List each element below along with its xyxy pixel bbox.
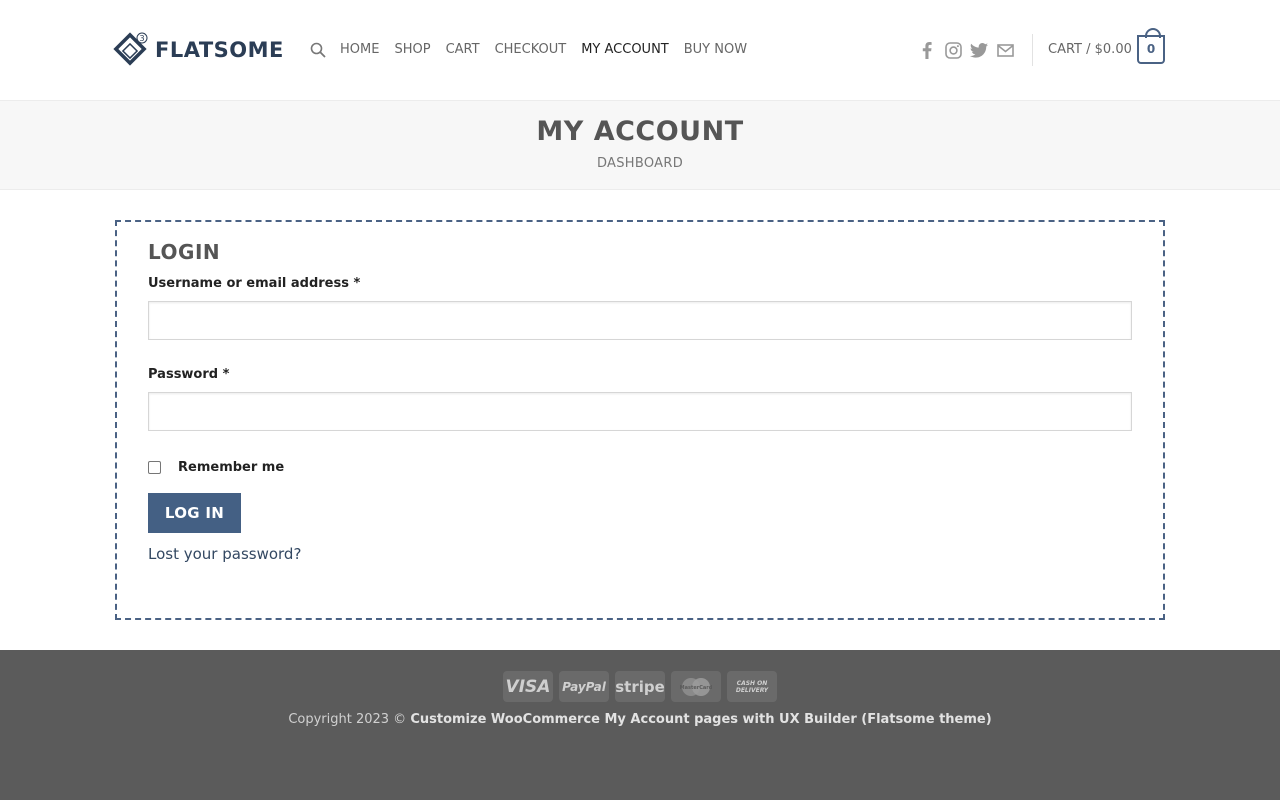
search-icon[interactable] [310,42,326,58]
login-heading: LOGIN [148,240,221,264]
username-label: Username or email address * [148,276,360,291]
facebook-icon[interactable] [918,41,936,59]
password-input[interactable] [148,392,1132,431]
nav-item-checkout[interactable]: CHECKOUT [495,40,567,60]
required-mark: * [222,367,230,382]
nav-item-my-account[interactable]: MY ACCOUNT [581,40,669,60]
breadcrumb: DASHBOARD [596,156,684,171]
copyright: Copyright 2023 © Customize WooCommerce M… [0,712,1280,727]
stripe-icon: stripe [615,671,665,702]
site-logo[interactable]: 3 FLATSOME [113,32,284,68]
copyright-prefix: Copyright 2023 © [288,712,407,727]
site-header: 3 FLATSOME HOME SHOP CART CHECKOUT MY AC… [0,0,1280,100]
site-footer: VISA PayPal stripe MasterCard CASH ON DE… [0,650,1280,800]
cart-count-badge[interactable]: 0 [1137,28,1165,64]
nav-item-home[interactable]: HOME [340,40,379,60]
remember-me: Remember me [148,460,284,475]
twitter-icon[interactable] [970,41,988,59]
cart-link[interactable]: CART / $0.00 [1048,41,1132,59]
cash-on-delivery-icon: CASH ON DELIVERY [727,671,777,702]
page-title-band: MY ACCOUNT DASHBOARD [0,100,1280,190]
logo-icon: 3 [113,32,149,68]
logo-text: FLATSOME [155,38,284,62]
instagram-icon[interactable] [944,41,962,59]
nav-item-cart[interactable]: CART [446,40,480,60]
nav-item-shop[interactable]: SHOP [394,40,430,60]
logo-badge: 3 [139,34,144,43]
mastercard-icon: MasterCard [671,671,721,702]
username-input[interactable] [148,301,1132,340]
username-label-text: Username or email address [148,276,349,291]
main-nav: HOME SHOP CART CHECKOUT MY ACCOUNT BUY N… [310,40,762,60]
login-button[interactable]: LOG IN [148,493,241,533]
header-divider [1032,34,1033,66]
nav-item-buy-now[interactable]: BUY NOW [684,40,747,60]
remember-me-checkbox[interactable] [148,461,161,474]
password-label: Password * [148,367,229,382]
lost-password-link[interactable]: Lost your password? [148,545,301,563]
email-icon[interactable] [996,41,1014,59]
password-label-text: Password [148,367,219,382]
paypal-icon: PayPal [559,671,609,702]
payment-icons: VISA PayPal stripe MasterCard CASH ON DE… [503,671,783,702]
required-mark: * [353,276,361,291]
page-title: MY ACCOUNT [536,116,744,147]
login-form: LOGIN Username or email address * Passwo… [115,220,1165,620]
remember-me-label[interactable]: Remember me [178,460,284,475]
copyright-site-link[interactable]: Customize WooCommerce My Account pages w… [410,712,991,727]
visa-icon: VISA [503,671,553,702]
social-icons [918,40,1022,60]
mastercard-text: MasterCard [680,685,713,691]
